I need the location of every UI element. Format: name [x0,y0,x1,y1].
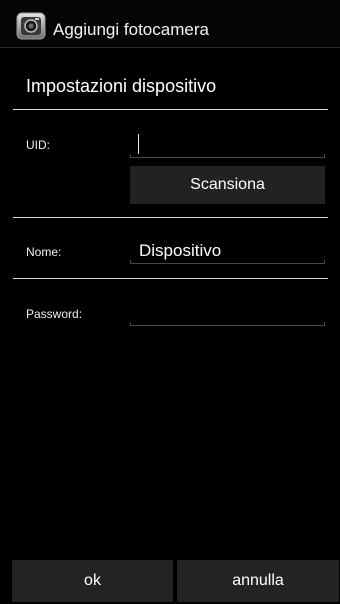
password-label: Password: [26,307,83,321]
name-divider [13,278,328,279]
uid-divider [13,217,328,218]
camera-app-icon [16,12,46,40]
password-input[interactable] [130,300,325,326]
field-underline [130,263,325,264]
name-label: Nome: [26,245,62,259]
cancel-button[interactable]: annulla [177,560,339,602]
text-cursor [138,134,139,154]
dialog-title: Aggiungi fotocamera [53,20,209,39]
section-title: Impostazioni dispositivo [26,76,217,96]
field-underline [130,325,325,326]
name-value: Dispositivo [139,241,222,260]
name-input[interactable]: Dispositivo [130,238,325,264]
title-divider [0,47,340,48]
field-underline [130,157,325,158]
ok-button[interactable]: ok [12,560,173,602]
title-bar: Aggiungi fotocamera [0,0,340,46]
scan-button[interactable]: Scansiona [130,166,325,204]
section-divider [13,109,328,110]
button-bar: ok annulla [0,558,340,604]
uid-input[interactable] [130,132,325,158]
uid-label: UID: [26,138,50,152]
